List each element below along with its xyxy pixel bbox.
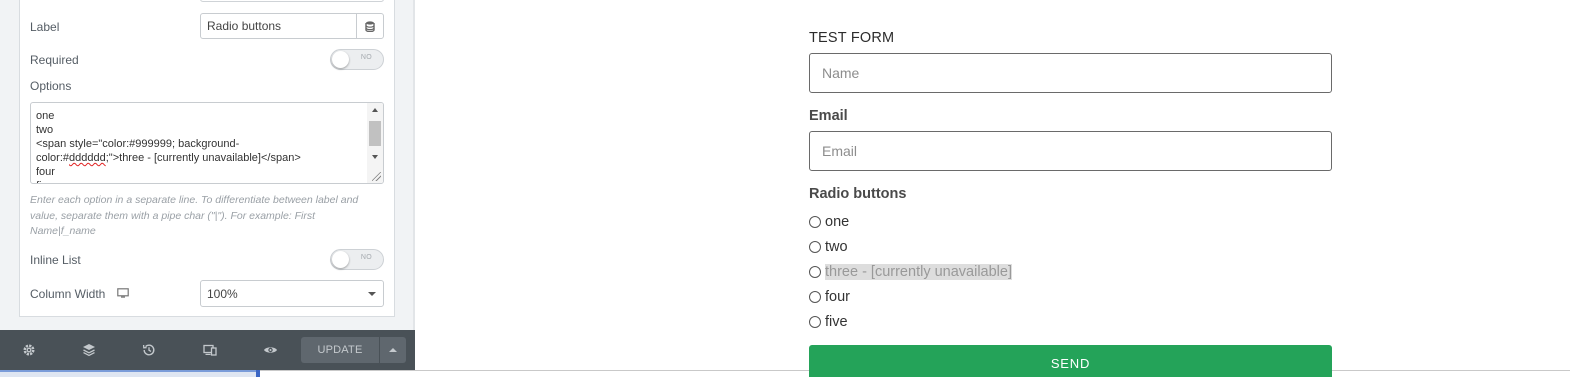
editor-bottom-bar — [0, 370, 259, 377]
radio-circle[interactable] — [809, 291, 821, 303]
form-title: TEST FORM — [809, 30, 895, 46]
label-input[interactable] — [201, 14, 357, 38]
send-button[interactable]: SEND — [809, 345, 1332, 377]
radio-option-label: four — [825, 289, 850, 305]
radio-option-two[interactable]: two — [809, 237, 848, 257]
resize-grip-icon[interactable] — [372, 172, 381, 181]
column-width-value: 100% — [207, 287, 238, 301]
radio-option-label: five — [825, 314, 848, 330]
options-textarea[interactable]: one two <span style="color:#999999; back… — [30, 102, 384, 184]
responsive-icon[interactable] — [202, 342, 218, 358]
options-line: <span style="color:#999999; background- — [36, 138, 240, 150]
spellcheck-error-word: dddddd — [69, 152, 106, 164]
options-label: Options — [30, 79, 72, 93]
history-icon[interactable] — [141, 342, 157, 358]
layers-icon[interactable] — [81, 342, 97, 358]
column-width-select[interactable]: 100% — [200, 280, 384, 307]
options-line: four — [36, 166, 55, 178]
toggle-knob — [332, 51, 349, 68]
email-input[interactable] — [809, 131, 1332, 171]
options-line: one — [36, 110, 55, 122]
scroll-up-arrow-icon[interactable] — [372, 108, 378, 112]
required-toggle[interactable]: NO — [330, 49, 384, 70]
toggle-state-text: NO — [360, 54, 372, 61]
update-button[interactable]: UPDATE — [301, 337, 379, 363]
radio-option-label: one — [825, 214, 850, 230]
radio-option-label: two — [825, 239, 848, 255]
editor-panel: Label Required NO Options one two <span … — [0, 0, 415, 370]
radio-circle[interactable] — [809, 241, 821, 253]
name-input[interactable] — [809, 53, 1332, 93]
options-line: color:#dddddd;">three - [currently unava… — [36, 152, 301, 164]
required-label: Required — [30, 53, 79, 67]
column-width-label: Column Width — [30, 287, 106, 301]
update-options-button[interactable] — [380, 337, 406, 363]
radio-circle[interactable] — [809, 316, 821, 328]
chevron-up-icon — [389, 348, 397, 352]
inline-list-label: Inline List — [30, 253, 81, 267]
clipped-input[interactable] — [200, 0, 384, 2]
options-line: two — [36, 124, 54, 136]
textarea-scrollbar[interactable] — [367, 103, 383, 183]
scroll-thumb[interactable] — [369, 121, 381, 146]
inline-list-toggle[interactable]: NO — [330, 249, 384, 270]
desktop-monitor-icon[interactable] — [117, 288, 129, 299]
label-input-group — [200, 13, 384, 39]
label-field-label: Label — [30, 20, 60, 34]
radio-group-label: Radio buttons — [809, 186, 907, 202]
panel-divider — [413, 0, 415, 370]
toggle-knob — [332, 251, 349, 268]
email-label: Email — [809, 108, 848, 124]
database-icon — [365, 20, 375, 32]
radio-option-four[interactable]: four — [809, 287, 850, 307]
preview-eye-icon[interactable] — [262, 342, 278, 358]
settings-icon[interactable] — [21, 342, 37, 358]
radio-circle[interactable] — [809, 266, 821, 278]
radio-circle[interactable] — [809, 216, 821, 228]
radio-option-label-unavailable: three - [currently unavailable] — [825, 264, 1012, 280]
dynamic-tags-button[interactable] — [356, 14, 383, 38]
toggle-state-text: NO — [360, 254, 372, 261]
editor-bottom-marker — [256, 370, 260, 377]
chevron-down-icon — [368, 292, 376, 296]
radio-option-three[interactable]: three - [currently unavailable] — [809, 262, 1012, 282]
options-line: five — [36, 179, 366, 183]
radio-option-five[interactable]: five — [809, 312, 848, 332]
options-help-text: Enter each option in a separate line. To… — [30, 194, 359, 237]
radio-option-one[interactable]: one — [809, 212, 849, 232]
options-text[interactable]: one two <span style="color:#999999; back… — [36, 109, 366, 183]
scroll-down-arrow-icon[interactable] — [372, 155, 378, 159]
